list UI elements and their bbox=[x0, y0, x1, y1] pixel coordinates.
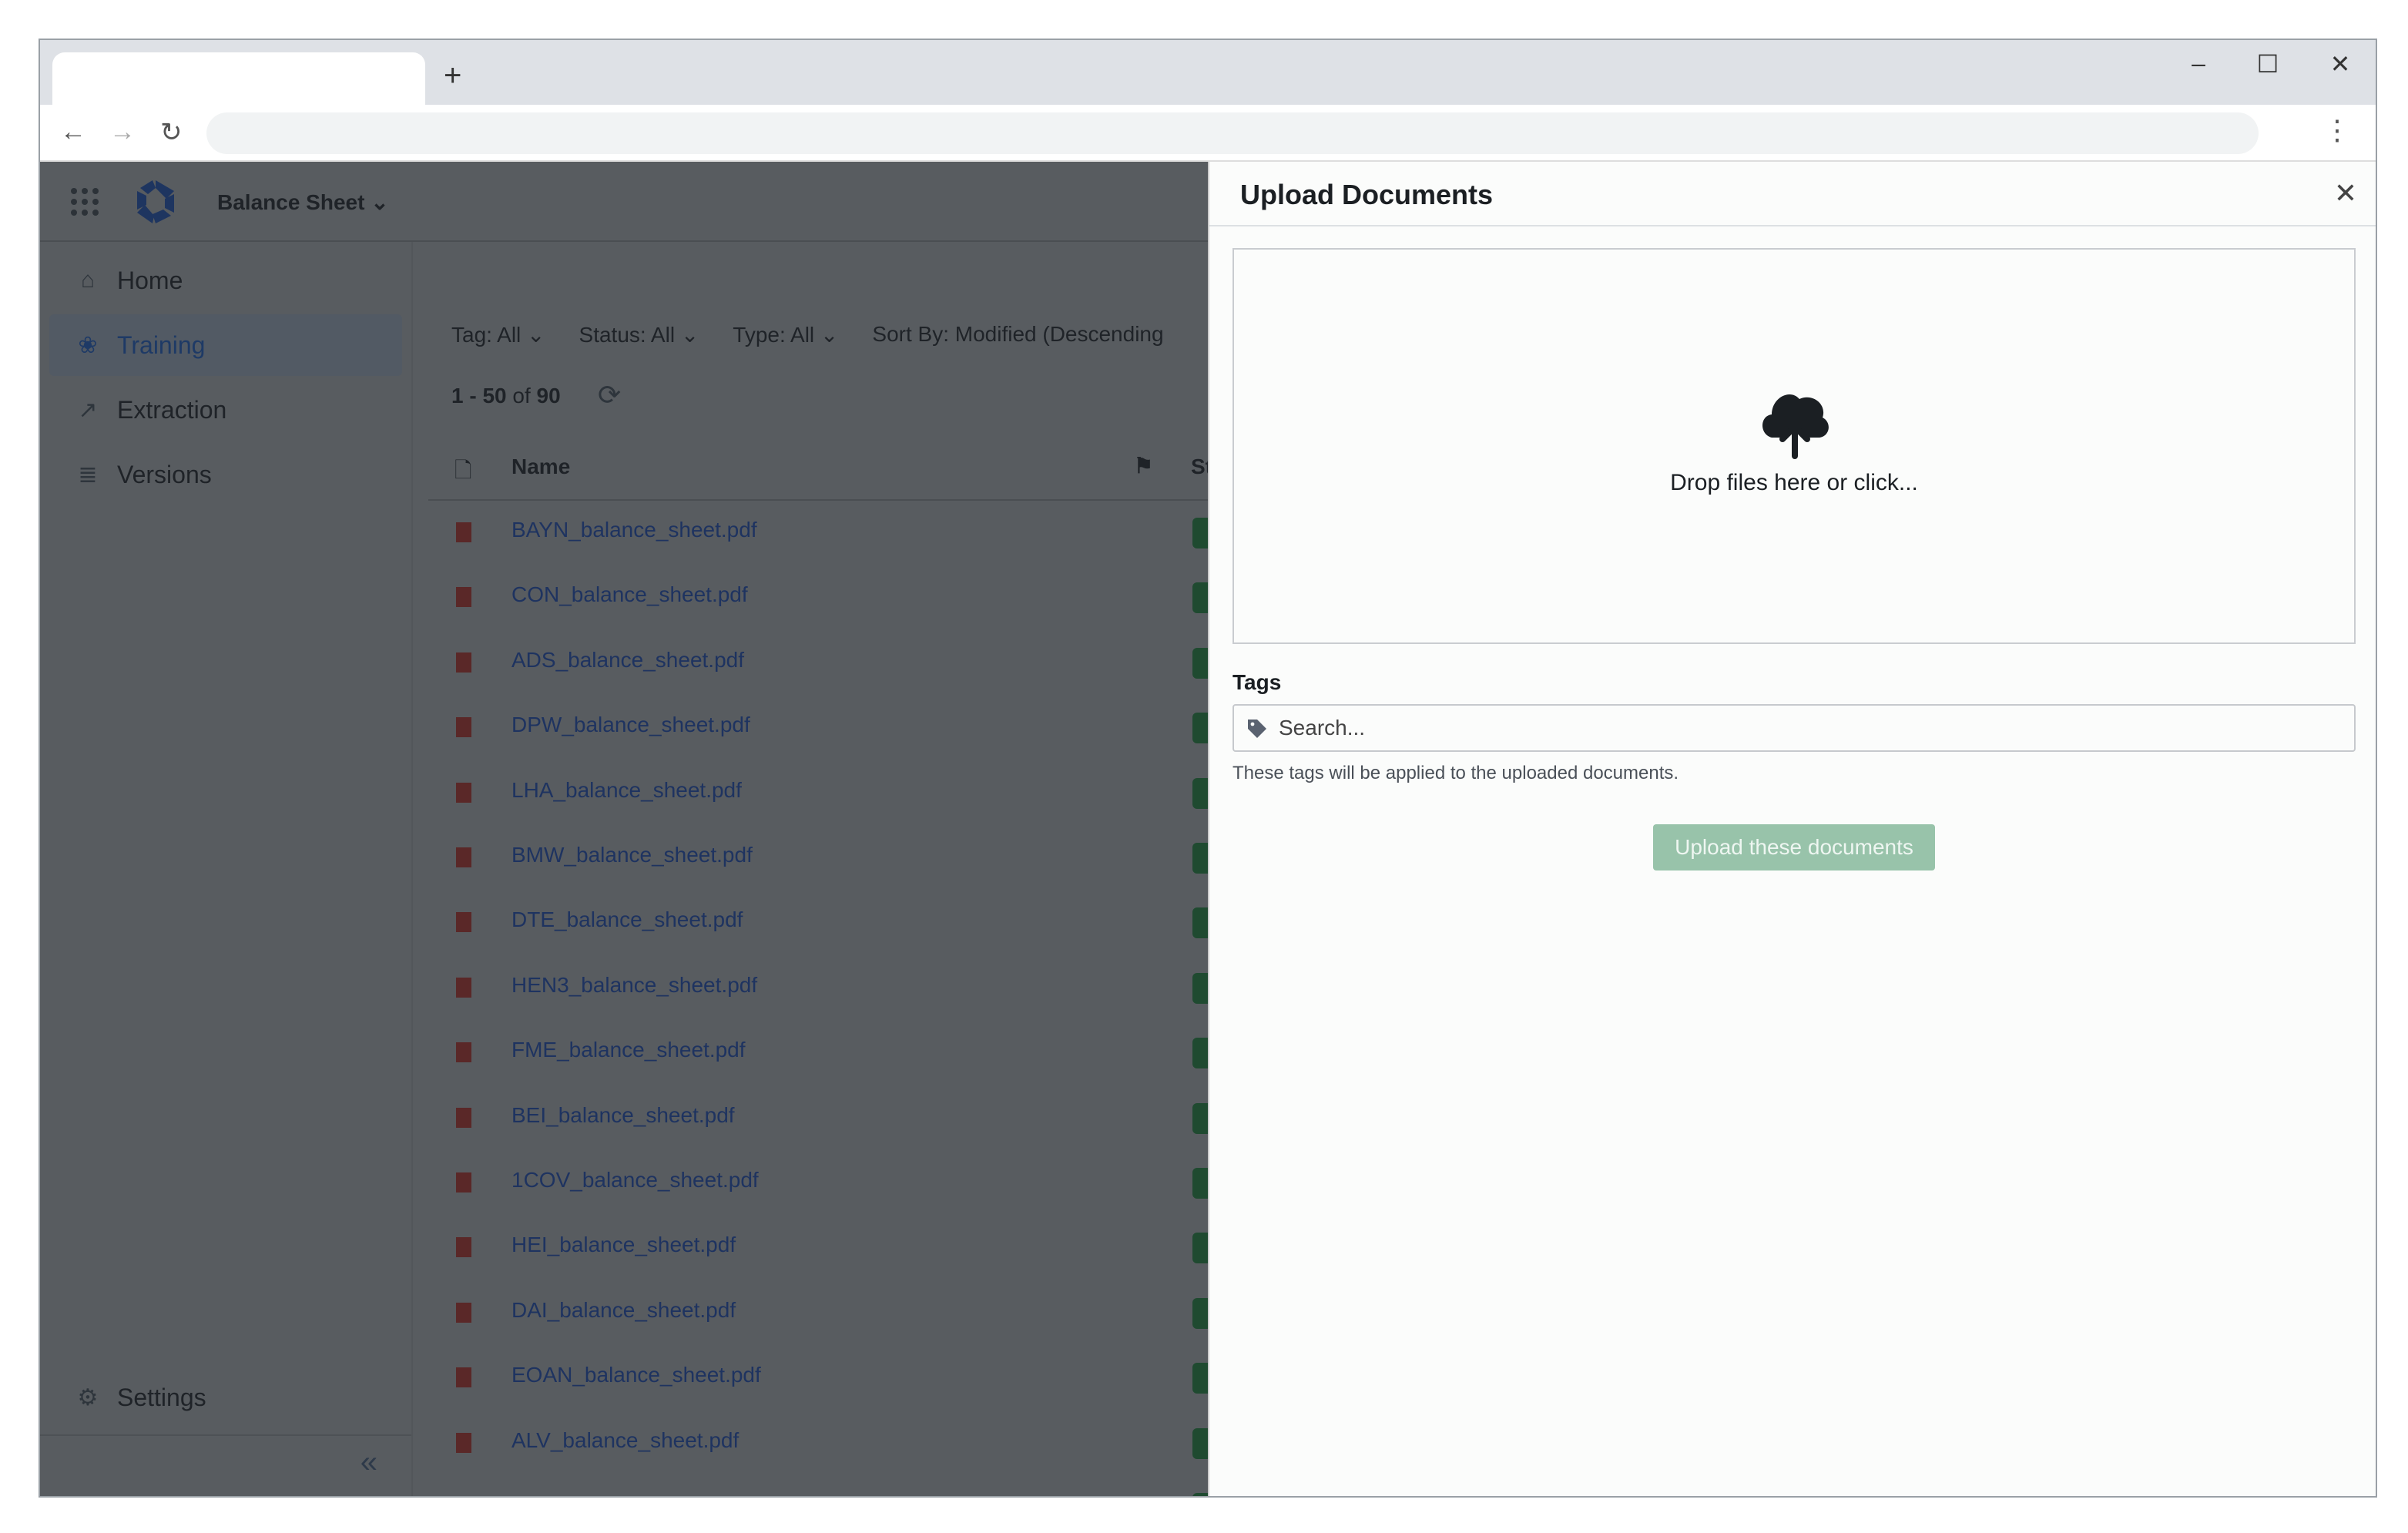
pdf-icon bbox=[456, 1107, 471, 1128]
file-name-link[interactable]: CON_balance_sheet.pdf bbox=[511, 582, 748, 607]
file-name-link[interactable]: ADS_balance_sheet.pdf bbox=[511, 648, 744, 673]
collapse-sidebar-button[interactable]: « bbox=[361, 1445, 377, 1480]
status-filter[interactable]: Status: All ⌄ bbox=[579, 322, 699, 347]
file-name-link[interactable]: ALV_balance_sheet.pdf bbox=[511, 1428, 739, 1453]
tags-label: Tags bbox=[1233, 670, 1282, 694]
sidebar-item-label: Training bbox=[117, 330, 206, 359]
close-window-button[interactable]: ✕ bbox=[2317, 49, 2363, 79]
sidebar-item-label: Extraction bbox=[117, 395, 227, 424]
status-filter-label: Status: All bbox=[579, 323, 676, 347]
sidebar-item-training[interactable]: ❀ Training bbox=[49, 314, 402, 376]
file-dropzone[interactable]: Drop files here or click... bbox=[1233, 248, 2356, 644]
tag-filter-label: Tag: All bbox=[451, 323, 522, 347]
address-bar-row: ← → ↻ ⋮ bbox=[40, 105, 2376, 162]
pdf-icon bbox=[456, 1367, 471, 1388]
tab-bar: + – ☐ ✕ bbox=[40, 40, 2376, 105]
sidebar-item-label: Versions bbox=[117, 460, 212, 488]
sidebar-item-label: Settings bbox=[117, 1383, 206, 1411]
panel-title: Upload Documents bbox=[1240, 179, 1494, 210]
pdf-icon bbox=[456, 522, 471, 542]
pdf-icon bbox=[456, 1042, 471, 1063]
pdf-icon bbox=[456, 717, 471, 738]
pdf-icon bbox=[456, 977, 471, 998]
file-icon: 🗋 bbox=[454, 458, 472, 482]
close-icon[interactable]: ✕ bbox=[2334, 177, 2357, 210]
file-name-link[interactable]: DAI_balance_sheet.pdf bbox=[511, 1298, 736, 1323]
tag-icon bbox=[1248, 720, 1266, 738]
filter-bar: Tag: All ⌄ Status: All ⌄ Type: All ⌄ Sor… bbox=[451, 322, 1164, 347]
divider bbox=[1209, 225, 2376, 226]
brain-icon: ❀ bbox=[78, 332, 98, 358]
file-name-link[interactable]: DBK_balance_sheet.pdf bbox=[511, 1493, 744, 1496]
external-link-icon: ↗ bbox=[78, 397, 98, 423]
pdf-icon bbox=[456, 1302, 471, 1323]
chevron-down-icon: ⌄ bbox=[371, 190, 389, 214]
sidebar-item-versions[interactable]: ≣ Versions bbox=[49, 444, 402, 505]
dropzone-text: Drop files here or click... bbox=[1670, 470, 1918, 495]
pagination-count: 1 - 50 of 90 bbox=[451, 384, 561, 408]
file-name-link[interactable]: BEI_balance_sheet.pdf bbox=[511, 1103, 735, 1128]
pdf-icon bbox=[456, 847, 471, 867]
sidebar-item-home[interactable]: ⌂ Home bbox=[49, 250, 402, 311]
name-column-header[interactable]: Name bbox=[511, 455, 570, 479]
maximize-button[interactable]: ☐ bbox=[2245, 49, 2291, 79]
file-name-link[interactable]: BAYN_balance_sheet.pdf bbox=[511, 518, 757, 542]
project-name: Balance Sheet bbox=[217, 190, 365, 214]
file-name-link[interactable]: DTE_balance_sheet.pdf bbox=[511, 907, 743, 932]
new-tab-button[interactable]: + bbox=[444, 59, 461, 93]
logo-icon bbox=[137, 180, 174, 223]
total-count: 90 bbox=[536, 384, 561, 408]
tags-search-input[interactable] bbox=[1279, 706, 2342, 750]
apps-grid-icon[interactable] bbox=[71, 188, 99, 216]
file-name-link[interactable]: HEI_balance_sheet.pdf bbox=[511, 1233, 736, 1257]
type-filter-label: Type: All bbox=[733, 323, 815, 347]
pdf-icon bbox=[456, 587, 471, 608]
sidebar-footer: « bbox=[40, 1434, 411, 1496]
database-icon: ≣ bbox=[78, 461, 98, 488]
pdf-icon bbox=[456, 1237, 471, 1258]
type-filter[interactable]: Type: All ⌄ bbox=[733, 322, 838, 347]
pdf-icon bbox=[456, 652, 471, 673]
tags-field bbox=[1233, 704, 2356, 752]
file-name-link[interactable]: BMW_balance_sheet.pdf bbox=[511, 843, 753, 867]
pdf-icon bbox=[456, 782, 471, 803]
file-name-link[interactable]: EOAN_balance_sheet.pdf bbox=[511, 1363, 761, 1387]
flag-icon: ⚑ bbox=[1134, 454, 1154, 478]
project-selector[interactable]: Balance Sheet ⌄ bbox=[217, 190, 389, 215]
browser-tab[interactable] bbox=[52, 52, 425, 105]
file-name-link[interactable]: FME_balance_sheet.pdf bbox=[511, 1038, 746, 1062]
tags-help-text: These tags will be applied to the upload… bbox=[1233, 763, 1679, 783]
gear-icon: ⚙ bbox=[77, 1384, 99, 1411]
minimize-button[interactable]: – bbox=[2175, 49, 2222, 78]
sidebar: ⌂ Home ❀ Training ↗ Extraction ≣ Versions ⚙ S… bbox=[40, 242, 413, 1496]
sidebar-item-settings[interactable]: ⚙ Settings bbox=[49, 1367, 402, 1428]
sort-dropdown[interactable]: Sort By: Modified (Descending bbox=[872, 322, 1163, 347]
forward-button[interactable]: → bbox=[109, 117, 136, 147]
browser-window: + – ☐ ✕ ← → ↻ ⋮ Balance Sheet ⌄ ⌂ Home ❀ T… bbox=[39, 39, 2377, 1498]
pdf-icon bbox=[456, 912, 471, 933]
home-icon: ⌂ bbox=[80, 267, 96, 293]
cloud-upload-icon bbox=[1762, 394, 1829, 459]
refresh-icon[interactable]: ⟳ bbox=[598, 379, 621, 411]
tag-filter[interactable]: Tag: All ⌄ bbox=[451, 322, 545, 347]
back-button[interactable]: ← bbox=[60, 117, 86, 147]
upload-documents-button[interactable]: Upload these documents bbox=[1653, 824, 1935, 870]
file-name-link[interactable]: 1COV_balance_sheet.pdf bbox=[511, 1168, 759, 1193]
browser-menu-button[interactable]: ⋮ bbox=[2323, 114, 2351, 146]
reload-button[interactable]: ↻ bbox=[160, 117, 183, 148]
pdf-icon bbox=[456, 1172, 471, 1193]
file-name-link[interactable]: HEN3_balance_sheet.pdf bbox=[511, 973, 757, 998]
file-name-link[interactable]: DPW_balance_sheet.pdf bbox=[511, 713, 750, 737]
pdf-icon bbox=[456, 1432, 471, 1453]
file-name-link[interactable]: LHA_balance_sheet.pdf bbox=[511, 778, 742, 803]
url-input[interactable] bbox=[206, 112, 2259, 154]
of-label: of bbox=[512, 384, 531, 408]
sidebar-item-extraction[interactable]: ↗ Extraction bbox=[49, 379, 402, 441]
sidebar-item-label: Home bbox=[117, 266, 183, 294]
page-range: 1 - 50 bbox=[451, 384, 507, 408]
upload-documents-panel: Upload Documents ✕ Drop files here or cl… bbox=[1208, 162, 2376, 1496]
